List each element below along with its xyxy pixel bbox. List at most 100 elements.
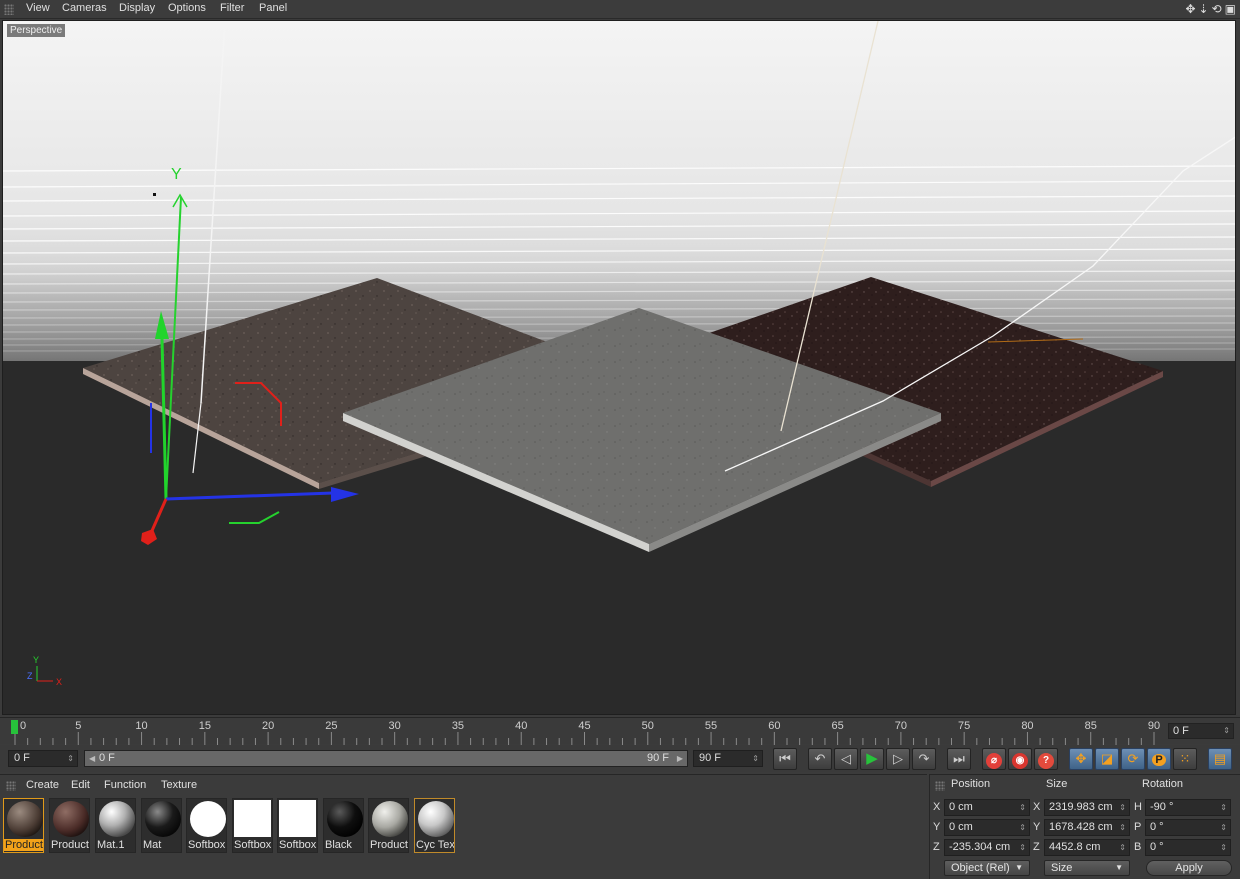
record-keys-button[interactable]: ⌀: [982, 748, 1006, 770]
material-label: Mat: [143, 839, 162, 851]
size-mode-dropdown[interactable]: Size ▼: [1044, 860, 1130, 876]
pos-axis-label: Z: [933, 841, 940, 853]
material-panel-grip[interactable]: [6, 781, 16, 791]
play-button[interactable]: ▶: [860, 748, 884, 770]
playhead[interactable]: [11, 720, 18, 734]
pos-axis-label: X: [933, 801, 941, 813]
range-right-handle-icon[interactable]: ▶: [677, 751, 683, 766]
move-view-icon[interactable]: ✥: [1185, 2, 1195, 16]
rotation-b-field[interactable]: 0 ° ⇕: [1145, 839, 1231, 856]
previous-frame-button[interactable]: ◁: [834, 748, 858, 770]
material-label: Mat.1: [97, 839, 125, 851]
ruler-tick-label: 85: [1084, 720, 1097, 732]
key-scale-button[interactable]: ◪: [1095, 748, 1119, 770]
menu-view[interactable]: View: [26, 2, 50, 14]
keyframe-selection-button[interactable]: ?: [1034, 748, 1058, 770]
dropdown-caret-icon: ▼: [1015, 863, 1023, 872]
range-left-handle-icon[interactable]: ◀: [89, 751, 95, 766]
perspective-viewport[interactable]: Y Y Z X Perspective: [2, 20, 1236, 715]
ruler-tick-label: 40: [515, 720, 528, 732]
next-key-button[interactable]: ↷: [912, 748, 936, 770]
position-header: Position: [951, 778, 991, 790]
size-y-field[interactable]: 1678.428 cm ⇕: [1044, 819, 1130, 836]
current-frame-field[interactable]: 0 F ⇕: [1168, 723, 1234, 739]
material-swatch[interactable]: Product: [3, 798, 44, 853]
size-header: Size: [1046, 778, 1068, 790]
ruler-tick-label: 70: [894, 720, 907, 732]
toggle-layout-icon[interactable]: ▣: [1225, 2, 1236, 16]
dolly-view-icon[interactable]: ⇣: [1199, 2, 1209, 16]
rot-axis-label: P: [1134, 821, 1142, 833]
camera-label[interactable]: Perspective: [7, 24, 66, 37]
material-preview-icon: [418, 801, 454, 837]
ruler-tick-label: 65: [831, 720, 844, 732]
menu-display[interactable]: Display: [119, 2, 155, 14]
size-z-field[interactable]: 4452.8 cm ⇕: [1044, 839, 1130, 856]
key-parameter-button[interactable]: P: [1147, 748, 1171, 770]
material-preview-icon: [279, 800, 316, 837]
scene-canvas: Y Y Z X: [3, 21, 1235, 714]
ruler-tick-label: 0: [19, 720, 27, 732]
material-swatch[interactable]: Cyc Tex: [414, 798, 455, 853]
previous-key-button[interactable]: ↶: [808, 748, 832, 770]
menu-texture[interactable]: Texture: [161, 779, 197, 791]
rotate-view-icon[interactable]: ⟲: [1212, 2, 1222, 16]
material-manager: Create Edit Function Texture Product Pro…: [0, 774, 927, 879]
go-to-end-button[interactable]: ⏭: [947, 748, 971, 770]
material-swatch[interactable]: Product: [368, 798, 409, 853]
ruler-tick-label: 10: [135, 720, 148, 732]
coordinates-panel-grip[interactable]: [935, 781, 945, 791]
menu-edit[interactable]: Edit: [71, 779, 90, 791]
material-swatch[interactable]: Mat.1: [95, 798, 136, 853]
start-frame-field[interactable]: 0 F ⇕: [8, 750, 78, 767]
position-x-field[interactable]: 0 cm ⇕: [944, 799, 1030, 816]
ruler-tick-label: 15: [198, 720, 211, 732]
material-swatch[interactable]: Mat: [141, 798, 182, 853]
material-swatch[interactable]: Softbox: [277, 798, 318, 853]
key-pla-button[interactable]: ⁙: [1173, 748, 1197, 770]
menu-options[interactable]: Options: [168, 2, 206, 14]
skip-end-icon: ⏭: [953, 751, 965, 766]
material-swatch[interactable]: Softbox: [186, 798, 227, 853]
rotation-h-field[interactable]: -90 ° ⇕: [1145, 799, 1231, 816]
next-frame-button[interactable]: ▷: [886, 748, 910, 770]
key-rotation-button[interactable]: ⟳: [1121, 748, 1145, 770]
position-z-field[interactable]: -235.304 cm ⇕: [944, 839, 1030, 856]
material-swatch[interactable]: Product: [49, 798, 90, 853]
apply-button[interactable]: Apply: [1146, 860, 1232, 876]
go-to-start-button[interactable]: ⏮: [773, 748, 797, 770]
material-preview-icon: [372, 801, 408, 837]
size-axis-label: X: [1033, 801, 1041, 813]
timeline-layout-button[interactable]: ▤: [1208, 748, 1232, 770]
pos-axis-label: Y: [933, 821, 941, 833]
ruler-tick-label: 25: [325, 720, 338, 732]
position-y-field[interactable]: 0 cm ⇕: [944, 819, 1030, 836]
size-x-field[interactable]: 2319.983 cm ⇕: [1044, 799, 1130, 816]
mini-y-label: Y: [33, 655, 39, 665]
ruler-tick-label: 90: [1147, 720, 1161, 732]
material-swatch[interactable]: Softbox: [232, 798, 273, 853]
material-label: Product: [4, 839, 43, 851]
menu-panel[interactable]: Panel: [259, 2, 287, 14]
material-preview-icon: [190, 801, 226, 837]
ruler-tick-label: 35: [451, 720, 465, 732]
rotation-p-field[interactable]: 0 ° ⇕: [1145, 819, 1231, 836]
end-frame-field[interactable]: 90 F ⇕: [693, 750, 763, 767]
menu-filter[interactable]: Filter: [220, 2, 244, 14]
autokey-button[interactable]: ◉: [1008, 748, 1032, 770]
preview-range-slider[interactable]: ◀ 0 F 90 F ▶: [84, 750, 688, 767]
key-position-button[interactable]: ✥: [1069, 748, 1093, 770]
menu-function[interactable]: Function: [104, 779, 146, 791]
timeline-ruler[interactable]: 0 5 10 15 20 25 30 35 40 45 50 55 60 65 70 75 80 85 90: [11, 718, 1164, 745]
panel-grip[interactable]: [4, 4, 14, 15]
menu-cameras[interactable]: Cameras: [62, 2, 107, 14]
coordinates-manager: Position Size Rotation X 0 cm ⇕ X 2319.98…: [929, 774, 1240, 879]
material-swatch[interactable]: Black: [323, 798, 364, 853]
step-back-icon: ◁: [841, 751, 851, 766]
menu-create[interactable]: Create: [26, 779, 59, 791]
ruler-tick-label: 75: [958, 720, 971, 732]
rot-axis-label: H: [1134, 801, 1142, 813]
viewport-menubar: View Cameras Display Options Filter Pane…: [0, 0, 1240, 19]
timeline[interactable]: 0 5 10 15 20 25 30 35 40 45 50 55 60 65 70 75 80 85 90 0 F…: [0, 717, 1240, 745]
coordinate-mode-dropdown[interactable]: Object (Rel) ▼: [944, 860, 1030, 876]
